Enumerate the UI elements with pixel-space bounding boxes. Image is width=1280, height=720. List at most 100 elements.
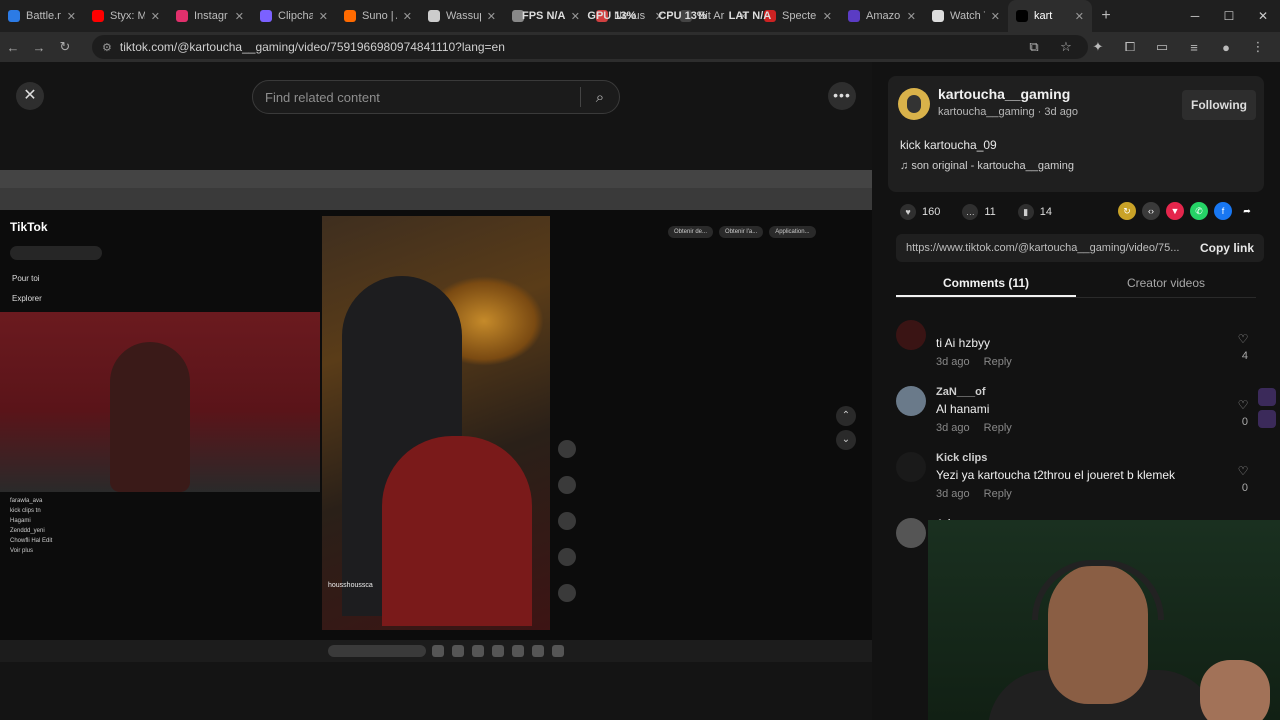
profile-avatar[interactable]: ● — [1210, 40, 1242, 55]
bookmark-star-icon[interactable]: ☆ — [1050, 39, 1082, 55]
comment-time: 3d ago — [936, 356, 970, 368]
commenter-avatar[interactable] — [896, 386, 926, 416]
whatsapp-icon[interactable]: ✆ — [1190, 202, 1208, 220]
tab-favicon-icon — [92, 10, 104, 22]
browser-menu-icon[interactable]: ⋮ — [1242, 39, 1274, 55]
tab-creator-videos[interactable]: Creator videos — [1076, 272, 1256, 297]
browser-tab[interactable]: Clipchamp ✕ — [252, 0, 336, 32]
browser-tab[interactable]: Wassup ✕ — [420, 0, 504, 32]
tab-title: Watch T — [950, 10, 985, 22]
browser-tab[interactable]: Styx: M ✕ — [84, 0, 168, 32]
media-control-icon[interactable]: ≡ — [1178, 40, 1210, 55]
tab-favicon-icon — [848, 10, 860, 22]
comment-heart-icon[interactable]: ♡ — [1236, 332, 1250, 346]
reply-button[interactable]: Reply — [984, 488, 1012, 500]
music-note-icon: ♫ — [900, 160, 912, 172]
commenter-avatar[interactable] — [896, 518, 926, 548]
tab-close-icon[interactable]: ✕ — [235, 10, 244, 23]
minimize-button[interactable]: ─ — [1178, 0, 1212, 32]
extension-icon[interactable]: ✦ — [1082, 39, 1114, 55]
tab-close-icon[interactable]: ✕ — [403, 10, 412, 23]
comment-heart-icon[interactable]: ♡ — [1236, 464, 1250, 478]
share-arrow-icon[interactable]: ➦ — [1238, 202, 1256, 220]
tab-close-icon[interactable]: ✕ — [319, 10, 328, 23]
bookmark-icon: ▮ — [1017, 204, 1034, 220]
tab-close-icon[interactable]: ✕ — [67, 10, 76, 23]
browser-tab[interactable]: kart ✕ — [1008, 0, 1092, 32]
tab-close-icon[interactable]: ✕ — [823, 10, 832, 23]
video-description: kick kartoucha_09 — [900, 138, 997, 152]
creator-subline: kartoucha__gaming · 3d ago — [938, 106, 1079, 118]
search-icon[interactable]: ⌕ — [581, 89, 619, 106]
next-video-button[interactable]: ⌄ — [836, 430, 856, 450]
more-options-button[interactable]: ••• — [828, 82, 856, 110]
commenter-name[interactable]: ZaN___of — [936, 386, 986, 398]
share-buttons: ↻ ‹› ▼ ✆ f ➦ — [1118, 202, 1256, 220]
back-button[interactable]: ← — [0, 40, 26, 55]
copy-link-button[interactable]: Copy link — [1190, 241, 1264, 255]
comment-time: 3d ago — [936, 422, 970, 434]
new-tab-button[interactable]: + — [1092, 7, 1120, 25]
like-stat[interactable]: ♥ 160 — [900, 204, 940, 220]
music-link[interactable]: ♫ son original - kartoucha__gaming — [900, 160, 1074, 172]
forward-button[interactable]: → — [26, 40, 52, 55]
extension-translate-icon[interactable] — [1258, 410, 1276, 428]
following-button[interactable]: Following — [1182, 90, 1256, 120]
tab-close-icon[interactable]: ✕ — [907, 10, 916, 23]
browser-tab[interactable]: Amazon ✕ — [840, 0, 924, 32]
tab-comments[interactable]: Comments (11) — [896, 272, 1076, 297]
previous-video-button[interactable]: ⌃ — [836, 406, 856, 426]
commenter-avatar[interactable] — [896, 320, 926, 350]
site-info-icon[interactable]: ⚙ — [102, 41, 112, 54]
tab-close-icon[interactable]: ✕ — [1075, 10, 1084, 23]
tab-close-icon[interactable]: ✕ — [991, 10, 1000, 23]
creator-username[interactable]: kartoucha__gaming — [938, 86, 1070, 102]
split-view-icon[interactable]: ▭ — [1146, 39, 1178, 55]
tab-close-icon[interactable]: ✕ — [151, 10, 160, 23]
commenter-name[interactable]: Kick clips — [936, 452, 987, 464]
chat-line: Voir plus — [10, 548, 34, 554]
comment-item: ZaN___of Al hanami 3d ago Reply ♡ 0 — [896, 382, 1256, 448]
share-link-box: https://www.tiktok.com/@kartoucha__gamin… — [896, 234, 1264, 262]
tab-favicon-icon — [344, 10, 356, 22]
browser-tab[interactable]: Suno | A ✕ — [336, 0, 420, 32]
maximize-button[interactable]: ☐ — [1212, 0, 1246, 32]
address-bar[interactable]: ⚙ tiktok.com/@kartoucha__gaming/video/75… — [92, 35, 1088, 59]
close-window-button[interactable]: ✕ — [1246, 0, 1280, 32]
comment-heart-icon[interactable]: ♡ — [1236, 398, 1250, 412]
comment-text: ti Ai hzbyy — [936, 336, 991, 350]
comment-like-count: 4 — [1241, 350, 1248, 362]
close-viewer-button[interactable]: ✕ — [16, 82, 44, 110]
stream-feed-video — [322, 216, 550, 630]
like-count: 160 — [922, 206, 941, 218]
send-to-friends-icon[interactable]: ▼ — [1166, 202, 1184, 220]
cast-icon[interactable]: ⧉ — [1018, 39, 1050, 55]
search-input[interactable]: Find related content — [253, 90, 580, 105]
browser-tab[interactable]: Instagr ✕ — [168, 0, 252, 32]
extension-chat-icon[interactable] — [1258, 388, 1276, 406]
fps-readout: FPS N/A — [522, 10, 566, 22]
browser-tab[interactable]: Watch T ✕ — [924, 0, 1008, 32]
comment-stat[interactable]: … 11 — [962, 204, 996, 220]
browser-tab[interactable]: Battle.net ✕ — [0, 0, 84, 32]
facebook-icon[interactable]: f — [1214, 202, 1232, 220]
tab-close-icon[interactable]: ✕ — [487, 10, 496, 23]
stream-feed-actions — [558, 440, 578, 620]
commenter-avatar[interactable] — [896, 452, 926, 482]
reload-button[interactable]: ↻ — [52, 39, 78, 55]
video-player[interactable]: TikTok Pour toi Explorer Obtenir de... O… — [0, 170, 872, 640]
embed-icon[interactable]: ‹› — [1142, 202, 1160, 220]
extensions-puzzle-icon[interactable]: ⧠ — [1114, 39, 1146, 55]
share-link-text[interactable]: https://www.tiktok.com/@kartoucha__gamin… — [896, 242, 1190, 254]
chat-line: Chowfli Hal Edit — [10, 538, 53, 544]
repost-icon[interactable]: ↻ — [1118, 202, 1136, 220]
gpu-readout: GPU 13% — [587, 10, 637, 22]
reply-button[interactable]: Reply — [984, 356, 1012, 368]
stream-button: Obtenir de... — [668, 226, 714, 238]
stream-taskbar — [0, 640, 872, 662]
stream-browser-chrome — [0, 170, 872, 210]
creator-avatar[interactable] — [898, 88, 930, 120]
reply-button[interactable]: Reply — [984, 422, 1012, 434]
save-stat[interactable]: ▮ 14 — [1017, 204, 1052, 220]
tab-title: kart — [1034, 10, 1053, 22]
